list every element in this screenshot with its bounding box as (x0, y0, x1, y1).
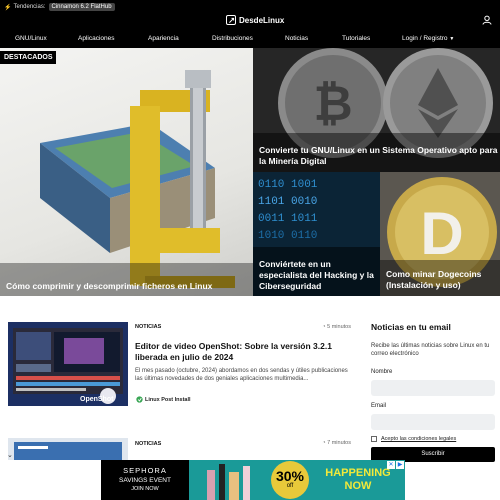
chevron-down-icon[interactable]: ⌄ (7, 451, 13, 459)
email-input[interactable] (371, 413, 495, 430)
openshot-screenshot: OpenShot (8, 322, 128, 406)
svg-text:1101 0010: 1101 0010 (258, 196, 317, 208)
article-source[interactable]: Linux Post Install (145, 397, 191, 403)
user-icon[interactable] (482, 15, 492, 25)
logo-text: DesdeLinux (239, 15, 285, 25)
nav-item-aplicaciones[interactable]: Aplicaciones (78, 35, 115, 42)
terms-row: Acepto las condiciones legales (371, 435, 495, 442)
ad-headline-2: NOW (344, 479, 372, 492)
svg-text:0110 1001: 0110 1001 (258, 179, 318, 191)
ad-line2: JOIN NOW (131, 486, 159, 492)
newsletter-widget: Noticias en tu email Recibe las últimas … (371, 322, 495, 462)
featured-badge: DESTACADOS (0, 51, 57, 64)
nav-item-distribuciones[interactable]: Distribuciones (212, 35, 253, 42)
compression-clamp-image (0, 70, 253, 296)
terms-label[interactable]: Acepto las condiciones legales (381, 436, 456, 442)
site-header: ⚡ Tendencias: Cinnamon 6.2 FlatHub Desde… (0, 0, 500, 48)
svg-text:OpenShot: OpenShot (80, 396, 114, 403)
ad-choices-icon[interactable]: ▶ (396, 461, 404, 469)
newsletter-description: Recibe las últimas noticias sobre Linux … (371, 343, 490, 358)
article-read-time: ◔ 5 minutos (322, 324, 351, 330)
clock-icon: ◔ (322, 440, 326, 446)
newsletter-title: Noticias en tu email (371, 322, 451, 332)
article-category[interactable]: NOTICIAS (135, 324, 161, 330)
name-input[interactable] (371, 379, 495, 396)
clock-icon: ◔ (322, 324, 326, 330)
ad-discount: 30% (275, 468, 305, 484)
ad-close-icon[interactable]: ✕ (387, 461, 395, 469)
svg-text:D: D (420, 200, 463, 267)
site-logo[interactable]: DesdeLinux (226, 15, 284, 25)
svg-text:0011 1011: 0011 1011 (258, 213, 318, 225)
nav-item-gnu-linux[interactable]: GNU/Linux (15, 35, 47, 42)
featured-mining-tile[interactable]: ₿ Convierte tu GNU/Linux en un Sistema O… (253, 48, 500, 172)
featured-hacking-title[interactable]: Conviértete en un especialista del Hacki… (259, 259, 379, 292)
trending-bar: ⚡ Tendencias: Cinnamon 6.2 FlatHub (4, 3, 115, 11)
logo-icon (226, 15, 236, 25)
article-category[interactable]: NOTICIAS (135, 441, 161, 447)
featured-dogecoin-title[interactable]: Como minar Dogecoins (Instalación y uso) (386, 269, 500, 291)
featured-dogecoin-tile[interactable]: D Como minar Dogecoins (Instalación y us… (380, 172, 500, 296)
nav-item-login[interactable]: Login / Registro ▼ (402, 35, 454, 42)
article-thumbnail[interactable]: OpenShot (8, 322, 128, 406)
article-item: OpenShot NOTICIAS ◔ 5 minutos Editor de … (8, 322, 353, 418)
trending-tag[interactable]: Cinnamon 6.2 FlatHub (48, 3, 115, 11)
featured-main-title[interactable]: Cómo comprimir y descomprimir ficheros e… (6, 281, 246, 292)
ad-brand-panel: SEPHORA SAVINGS EVENT JOIN NOW (101, 460, 189, 500)
read-time-text: 7 minutos (327, 440, 351, 446)
article-title[interactable]: Editor de video OpenShot: Sobre la versi… (135, 341, 353, 363)
terms-checkbox[interactable] (371, 435, 377, 442)
source-logo-icon (136, 396, 143, 403)
svg-text:₿: ₿ (313, 78, 352, 131)
login-label: Login / Registro (402, 35, 448, 42)
article-item: NOTICIAS ◔ 7 minutos (8, 438, 353, 460)
ad-headline: HAPPENING NOW (315, 467, 401, 492)
trending-label: Tendencias: (13, 4, 46, 10)
article-thumbnail[interactable] (8, 438, 128, 460)
article-excerpt: El mes pasado (octubre, 2024) abordamos … (135, 368, 348, 383)
article-read-time: ◔ 7 minutos (322, 440, 351, 446)
featured-main-tile[interactable]: DESTACADOS Cómo comprimir y descomprimir… (0, 48, 253, 296)
lightning-icon: ⚡ (4, 4, 12, 11)
featured-mining-title[interactable]: Convierte tu GNU/Linux en un Sistema Ope… (259, 145, 499, 167)
chevron-down-icon: ▼ (449, 36, 455, 42)
featured-grid: DESTACADOS Cómo comprimir y descomprimir… (0, 48, 500, 296)
ad-products-image (207, 464, 250, 500)
article-thumbnail-image (8, 438, 128, 460)
name-label: Nombre (371, 368, 393, 375)
main-nav: GNU/Linux Aplicaciones Apariencia Distri… (0, 30, 500, 48)
ad-brand: SEPHORA (123, 466, 167, 475)
nav-item-noticias[interactable]: Noticias (285, 35, 308, 42)
email-label: Email (371, 402, 387, 409)
ad-discount-circle: 30% off (271, 461, 309, 499)
nav-item-tutoriales[interactable]: Tutoriales (342, 35, 370, 42)
nav-item-apariencia[interactable]: Apariencia (148, 35, 179, 42)
ad-line1: SAVINGS EVENT (119, 477, 171, 484)
featured-hacking-tile[interactable]: 0110 1001 1101 0010 0011 1011 1010 0110 … (253, 172, 380, 296)
svg-text:1010 0110: 1010 0110 (258, 230, 317, 242)
ad-banner[interactable]: SEPHORA SAVINGS EVENT JOIN NOW 30% off H… (101, 460, 405, 500)
read-time-text: 5 minutos (327, 324, 351, 330)
